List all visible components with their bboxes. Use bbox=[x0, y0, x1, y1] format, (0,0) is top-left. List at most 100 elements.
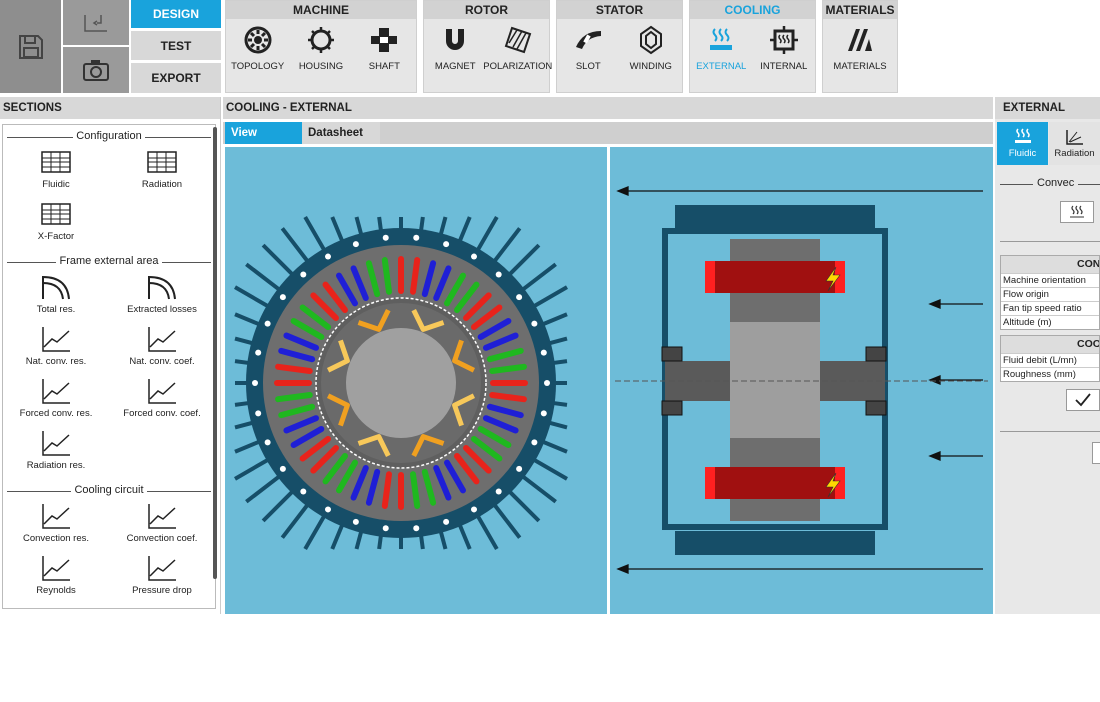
section-label: Convec bbox=[1033, 177, 1079, 189]
bearing-left-top bbox=[661, 346, 683, 362]
ribbon-group-title: COOLING bbox=[690, 1, 815, 19]
table-row[interactable]: Flow origin bbox=[1001, 287, 1099, 301]
cooling-fin bbox=[233, 285, 273, 310]
housing-bolt bbox=[264, 320, 271, 327]
section-item-radiation-res[interactable]: Radiation res. bbox=[3, 427, 109, 479]
tab-radiation-label: Radiation bbox=[1054, 148, 1095, 159]
section-item-pressure-drop[interactable]: Pressure drop bbox=[109, 552, 215, 604]
housing-bolt bbox=[300, 271, 307, 278]
section-item-convection-res[interactable]: Convection res. bbox=[3, 500, 109, 552]
ribbon-topology-button[interactable]: TOPOLOGY bbox=[228, 25, 288, 72]
axial-section-view[interactable] bbox=[610, 147, 993, 614]
snapshot-button[interactable] bbox=[63, 47, 129, 93]
cooling-fin bbox=[490, 227, 522, 266]
ribbon-slot-button[interactable]: SLOT bbox=[558, 25, 618, 72]
topology-icon bbox=[244, 26, 272, 54]
ribbon-polarization-button[interactable]: POLARIZATION bbox=[483, 25, 552, 72]
undo-button[interactable] bbox=[63, 0, 129, 45]
housing-bolt bbox=[255, 349, 262, 356]
section-item-x-factor[interactable]: X-Factor bbox=[3, 198, 109, 250]
bearing-right-top bbox=[865, 346, 887, 362]
section-item-radiation[interactable]: Radiation bbox=[109, 146, 215, 198]
apply-button[interactable] bbox=[1066, 389, 1100, 411]
tab-datasheet[interactable]: Datasheet bbox=[302, 122, 380, 144]
app-window: DESIGN TEST EXPORT MACHINE TOPOLOGY HOUS… bbox=[0, 0, 1100, 702]
divider bbox=[1000, 241, 1100, 242]
ribbon-shaft-button[interactable]: SHAFT bbox=[354, 25, 414, 72]
section-item-reynolds[interactable]: Reynolds bbox=[3, 552, 109, 604]
housing-bolt bbox=[540, 349, 547, 356]
cooling-fin bbox=[261, 487, 297, 523]
section-item-total-res[interactable]: Total res. bbox=[3, 271, 109, 323]
stator-winding bbox=[381, 471, 392, 509]
table-row[interactable]: Fluid debit (L/mn) bbox=[1001, 353, 1099, 367]
ribbon-external-button[interactable]: EXTERNAL bbox=[691, 25, 751, 72]
winding-end-bottom bbox=[705, 467, 845, 499]
housing-bolt bbox=[443, 518, 450, 525]
line-chart-icon bbox=[42, 327, 70, 352]
radial-section-drawing bbox=[233, 215, 569, 551]
table-row[interactable]: Roughness (mm) bbox=[1001, 367, 1099, 381]
convection-option-button[interactable] bbox=[1060, 201, 1094, 223]
ribbon-winding-button[interactable]: WINDING bbox=[621, 25, 681, 72]
housing-bolt bbox=[531, 320, 538, 327]
winding-end-top bbox=[705, 261, 845, 293]
stator-winding bbox=[489, 392, 527, 403]
radial-section-view[interactable] bbox=[225, 147, 607, 614]
cooling-fin bbox=[280, 500, 312, 539]
sections-scrollbar[interactable] bbox=[213, 127, 217, 579]
external-cooling-icon bbox=[710, 28, 733, 50]
stator-winding bbox=[489, 363, 527, 374]
magnet-icon bbox=[446, 29, 465, 50]
ribbon-housing-button[interactable]: HOUSING bbox=[291, 25, 351, 72]
ribbon-group-title: MATERIALS bbox=[823, 1, 897, 19]
line-chart-icon bbox=[42, 556, 70, 581]
cooling-fin bbox=[474, 215, 499, 255]
frame-area-icon bbox=[42, 275, 70, 300]
undo-icon bbox=[84, 14, 107, 32]
housing-bolt bbox=[531, 439, 538, 446]
cooling-fin bbox=[505, 243, 541, 279]
section-item-nat-conv-res[interactable]: Nat. conv. res. bbox=[3, 323, 109, 375]
section-item-forced-conv-coef[interactable]: Forced conv. coef. bbox=[109, 375, 215, 427]
materials-icon bbox=[848, 29, 872, 51]
section-item-forced-conv-res[interactable]: Forced conv. res. bbox=[3, 375, 109, 427]
section-item-extracted-losses[interactable]: Extracted losses bbox=[109, 271, 215, 323]
ribbon-label: MAGNET bbox=[434, 61, 476, 72]
cooling-fin bbox=[245, 472, 284, 504]
tab-fluidic[interactable]: Fluidic bbox=[997, 122, 1048, 165]
design-mode-button[interactable]: DESIGN bbox=[131, 0, 221, 28]
ribbon-label: TOPOLOGY bbox=[231, 61, 285, 72]
ribbon-materials-button[interactable]: MATERIALS bbox=[830, 25, 890, 72]
section-item-nat-conv-coef[interactable]: Nat. conv. coef. bbox=[109, 323, 215, 375]
section-item-convection-coef[interactable]: Convection coef. bbox=[109, 500, 215, 552]
stator-winding bbox=[275, 363, 313, 374]
housing-bolt bbox=[495, 271, 502, 278]
ribbon-group-rotor: ROTOR MAGNET POLARIZATION bbox=[423, 0, 552, 93]
table-row[interactable]: Machine orientation bbox=[1001, 273, 1099, 287]
export-mode-button[interactable]: EXPORT bbox=[131, 63, 221, 93]
ribbon-internal-button[interactable]: INTERNAL bbox=[754, 25, 814, 72]
divider bbox=[1000, 431, 1100, 432]
housing-bolt bbox=[471, 506, 477, 513]
shaft bbox=[346, 328, 456, 438]
tab-radiation[interactable]: Radiation bbox=[1049, 122, 1100, 165]
stator-winding bbox=[410, 257, 421, 295]
ribbon-label: EXTERNAL bbox=[696, 61, 747, 72]
section-item-fluidic[interactable]: Fluidic bbox=[3, 146, 109, 198]
table-row[interactable]: Fan tip speed ratio bbox=[1001, 301, 1099, 315]
ribbon-magnet-button[interactable]: MAGNET bbox=[425, 25, 485, 72]
frame-bottom bbox=[675, 531, 875, 555]
cooling-fin bbox=[518, 472, 557, 504]
save-button[interactable] bbox=[0, 0, 61, 93]
action-button-partial[interactable] bbox=[1092, 442, 1100, 464]
test-mode-button[interactable]: TEST bbox=[131, 31, 221, 60]
table-row[interactable]: Altitude (m) bbox=[1001, 315, 1099, 329]
section-item-label: X-Factor bbox=[37, 231, 75, 242]
housing-bolt bbox=[544, 380, 550, 386]
housing-icon bbox=[307, 27, 334, 53]
tab-fluidic-label: Fluidic bbox=[1008, 148, 1037, 159]
tab-view[interactable]: View bbox=[225, 122, 302, 144]
line-chart-icon bbox=[148, 556, 176, 581]
fluidic-icon bbox=[1014, 128, 1031, 143]
